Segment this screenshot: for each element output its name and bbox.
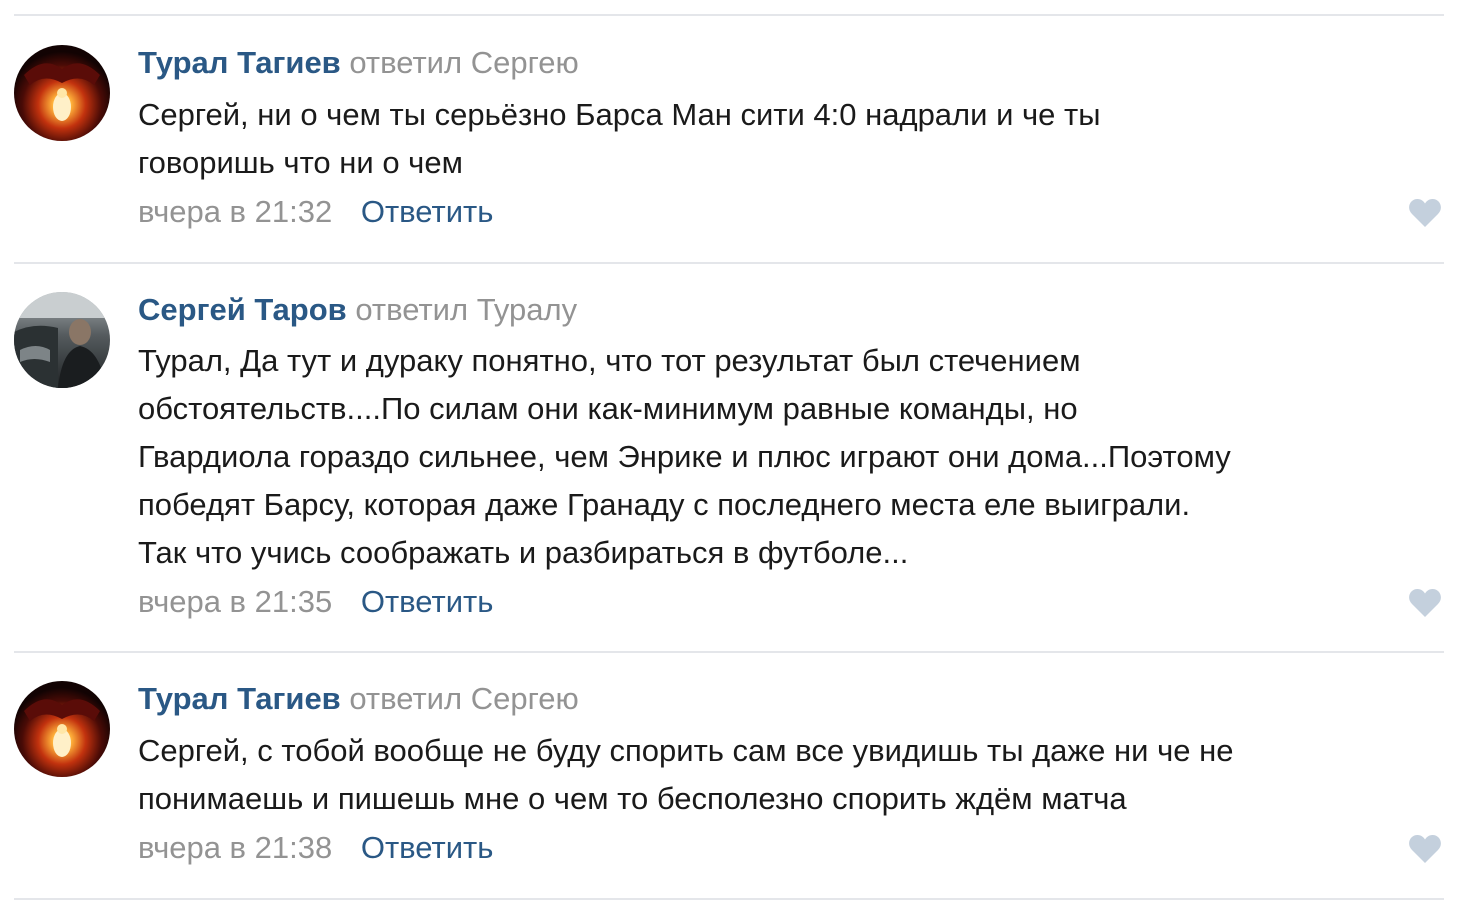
comment-text: Сергей, ни о чем ты серьёзно Барса Ман с… [138,91,1448,187]
author-name[interactable]: Турал Тагиев [138,45,341,80]
reply-action: ответил [349,681,463,716]
reply-button[interactable]: Ответить [361,830,494,865]
reply-action: ответил [355,292,469,327]
comment-header: Турал Тагиев ответил Сергею [138,679,579,719]
comment-text-line: обстоятельств....По силам они как-миниму… [138,391,1078,426]
comment-text-line: Гвардиола гораздо сильнее, чем Энрике и … [138,439,1231,474]
comment-meta: вчера в 21:35 Ответить [138,582,493,622]
comment-text-line: Сергей, с тобой вообще не буду спорить с… [138,733,1234,768]
comment-time[interactable]: вчера в 21:35 [138,584,332,619]
avatar[interactable] [14,292,110,388]
comment-text: Сергей, с тобой вообще не буду спорить с… [138,727,1448,823]
author-name[interactable]: Турал Тагиев [138,681,341,716]
author-name[interactable]: Сергей Таров [138,292,347,327]
like-button[interactable] [1408,834,1442,864]
heart-icon [1409,835,1441,863]
avatar[interactable] [14,45,110,141]
like-button[interactable] [1408,588,1442,618]
reply-to-name[interactable]: Сергею [471,45,579,80]
comment-time[interactable]: вчера в 21:38 [138,830,332,865]
comments-thread: Турал Тагиев ответил Сергею Сергей, ни о… [0,0,1460,919]
reply-to-name[interactable]: Сергею [471,681,579,716]
comment-text-line: Так что учись соображать и разбираться в… [138,535,909,570]
reply-action: ответил [349,45,463,80]
comment-meta: вчера в 21:38 Ответить [138,828,493,868]
divider [14,14,1444,16]
reply-button[interactable]: Ответить [361,584,494,619]
reply-button[interactable]: Ответить [361,194,494,229]
comment-text: Турал, Да тут и дураку понятно, что тот … [138,337,1448,577]
heart-icon [1409,589,1441,617]
divider [14,651,1444,653]
divider [14,898,1444,900]
comment-text-line: Сергей, ни о чем ты серьёзно Барса Ман с… [138,97,1101,132]
comment-header: Сергей Таров ответил Туралу [138,290,577,330]
like-button[interactable] [1408,198,1442,228]
reply-to-name[interactable]: Туралу [477,292,577,327]
comment-text-line: говоришь что ни о чем [138,145,463,180]
comment-time[interactable]: вчера в 21:32 [138,194,332,229]
comment-text-line: победят Барсу, которая даже Гранаду с по… [138,487,1191,522]
comment-text-line: Турал, Да тут и дураку понятно, что тот … [138,343,1081,378]
divider [14,262,1444,264]
comment-meta: вчера в 21:32 Ответить [138,192,493,232]
heart-icon [1409,199,1441,227]
comment-header: Турал Тагиев ответил Сергею [138,43,579,83]
avatar[interactable] [14,681,110,777]
comment-text-line: понимаешь и пишешь мне о чем то бесполез… [138,781,1127,816]
